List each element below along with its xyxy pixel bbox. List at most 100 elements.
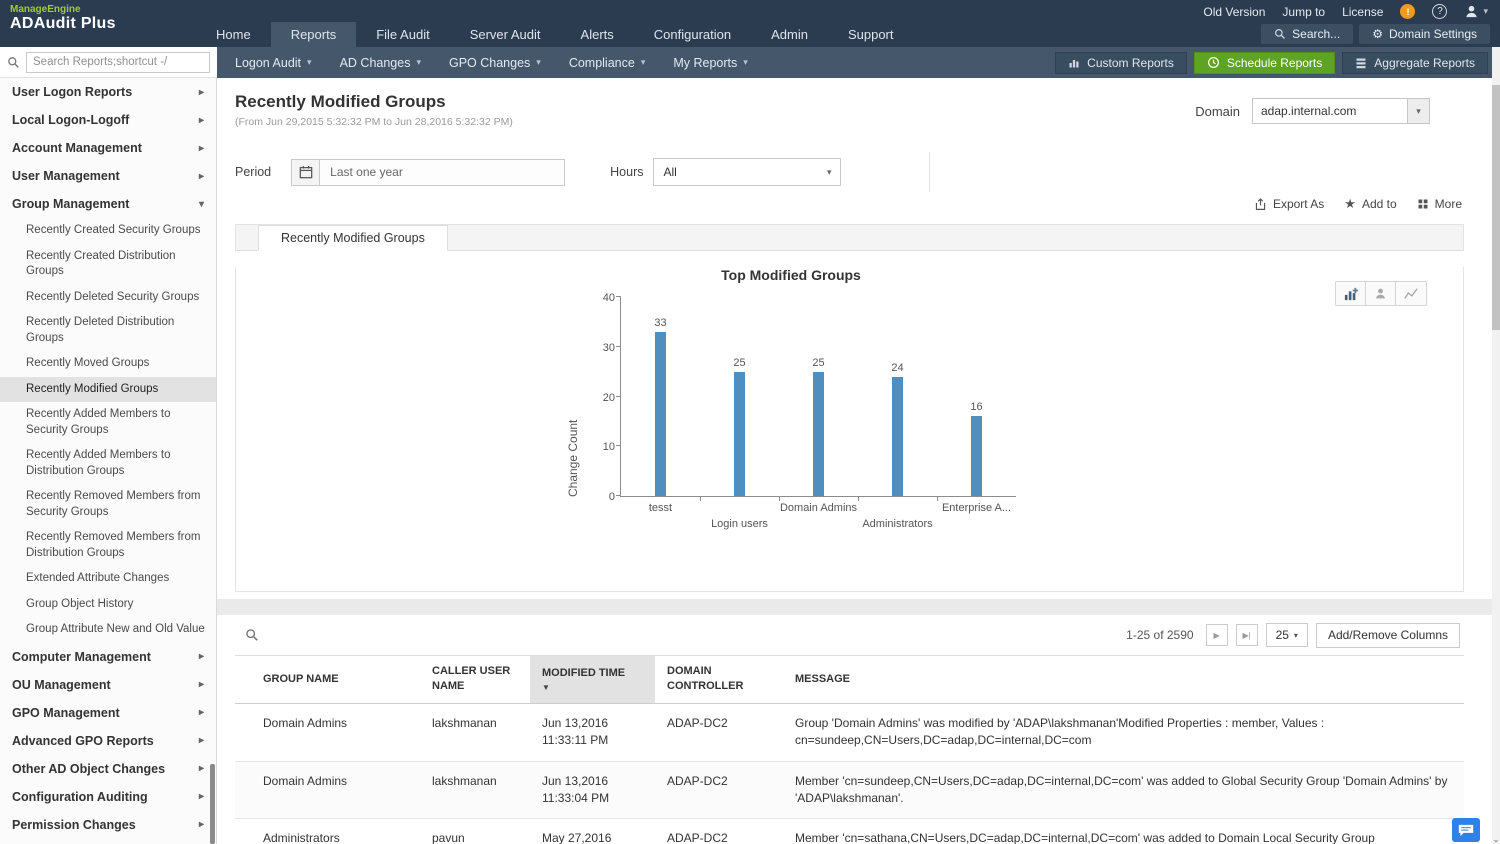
nav-configuration[interactable]: Configuration bbox=[634, 22, 751, 47]
domain-picker: Domain adap.internal.com ▾ bbox=[1195, 98, 1430, 124]
domain-label: Domain bbox=[1195, 104, 1240, 119]
help-icon[interactable]: ? bbox=[1432, 4, 1447, 19]
nav-file-audit[interactable]: File Audit bbox=[356, 22, 449, 47]
sidebar-item-dns-changes[interactable]: DNS Changes▸ bbox=[0, 839, 216, 844]
sidebar-item-gpo-management[interactable]: GPO Management▸ bbox=[0, 699, 216, 727]
nav-server-audit[interactable]: Server Audit bbox=[450, 22, 561, 47]
column-header-group-name[interactable]: GROUP NAME bbox=[235, 656, 420, 704]
nav-alerts[interactable]: Alerts bbox=[561, 22, 634, 47]
custom-reports-button[interactable]: Custom Reports bbox=[1055, 52, 1187, 74]
menu-compliance[interactable]: Compliance▾ bbox=[555, 47, 660, 78]
sidebar-item-recently-added-members-distribution[interactable]: Recently Added Members to Distribution G… bbox=[0, 443, 216, 484]
schedule-reports-button[interactable]: Schedule Reports bbox=[1194, 52, 1335, 74]
next-page-button[interactable]: ▶ bbox=[1206, 624, 1228, 646]
menu-logon-audit[interactable]: Logon Audit▾ bbox=[221, 47, 326, 78]
sidebar-item-recently-created-security-groups[interactable]: Recently Created Security Groups bbox=[0, 218, 216, 244]
user-summary-icon[interactable] bbox=[1366, 282, 1396, 305]
license-link[interactable]: License bbox=[1342, 5, 1383, 19]
sidebar-item-group-management[interactable]: Group Management▾ bbox=[0, 190, 216, 218]
menu-gpo-changes[interactable]: GPO Changes▾ bbox=[435, 47, 555, 78]
chart-title: Top Modified Groups bbox=[581, 267, 1001, 283]
period-input[interactable] bbox=[320, 159, 565, 186]
bar[interactable] bbox=[734, 372, 745, 496]
bar[interactable] bbox=[892, 377, 903, 496]
sidebar-item-ou-management[interactable]: OU Management▸ bbox=[0, 671, 216, 699]
sidebar-item-recently-modified-groups[interactable]: Recently Modified Groups bbox=[0, 377, 216, 403]
last-page-button[interactable]: ▶| bbox=[1236, 624, 1258, 646]
bar-chart-icon[interactable] bbox=[1336, 282, 1366, 305]
export-as-link[interactable]: Export As bbox=[1254, 197, 1324, 211]
sidebar-item-configuration-auditing[interactable]: Configuration Auditing▸ bbox=[0, 783, 216, 811]
more-link[interactable]: More bbox=[1417, 197, 1462, 211]
nav-admin[interactable]: Admin bbox=[751, 22, 828, 47]
menu-ad-changes[interactable]: AD Changes▾ bbox=[326, 47, 435, 78]
sidebar-item-local-logon-logoff[interactable]: Local Logon-Logoff▸ bbox=[0, 106, 216, 134]
table-header-row: GROUP NAME CALLER USER NAME MODIFIED TIM… bbox=[235, 656, 1464, 704]
nav-reports[interactable]: Reports bbox=[271, 22, 357, 47]
chevron-down-icon: ▾ bbox=[641, 57, 646, 68]
domain-settings-button[interactable]: ⚙ Domain Settings bbox=[1359, 24, 1490, 44]
chart-tools bbox=[1335, 281, 1427, 306]
report-category-menus: Logon Audit▾ AD Changes▾ GPO Changes▾ Co… bbox=[221, 47, 762, 78]
bar[interactable] bbox=[971, 416, 982, 496]
table-row[interactable]: Domain Admins lakshmanan Jun 13,201611:3… bbox=[235, 761, 1464, 819]
sidebar-item-recently-deleted-security-groups[interactable]: Recently Deleted Security Groups bbox=[0, 285, 216, 311]
page-scrollbar[interactable]: ⌄ bbox=[1492, 47, 1500, 844]
export-icon bbox=[1254, 198, 1267, 211]
menu-my-reports[interactable]: My Reports▾ bbox=[659, 47, 761, 78]
sidebar-item-recently-created-distribution-groups[interactable]: Recently Created Distribution Groups bbox=[0, 244, 216, 285]
sidebar-item-account-management[interactable]: Account Management▸ bbox=[0, 134, 216, 162]
table-search-icon[interactable] bbox=[245, 628, 259, 642]
report-search-box bbox=[0, 47, 217, 78]
domain-select[interactable]: adap.internal.com ▾ bbox=[1252, 98, 1430, 124]
sidebar-item-group-object-history[interactable]: Group Object History bbox=[0, 592, 216, 618]
sidebar-item-computer-management[interactable]: Computer Management▸ bbox=[0, 643, 216, 671]
nav-support[interactable]: Support bbox=[828, 22, 914, 47]
sidebar-scrollbar-thumb[interactable] bbox=[210, 764, 215, 844]
sidebar-item-recently-added-members-security[interactable]: Recently Added Members to Security Group… bbox=[0, 402, 216, 443]
nav-home[interactable]: Home bbox=[196, 22, 271, 47]
table-row[interactable]: Domain Admins lakshmanan Jun 13,201611:3… bbox=[235, 703, 1464, 761]
cell-caller-user-name: lakshmanan bbox=[420, 761, 530, 819]
add-remove-columns-button[interactable]: Add/Remove Columns bbox=[1316, 623, 1460, 648]
feedback-chat-button[interactable] bbox=[1452, 818, 1480, 842]
scroll-down-icon[interactable]: ⌄ bbox=[1492, 836, 1500, 844]
page-size-select[interactable]: 25 ▾ bbox=[1266, 623, 1308, 647]
bar[interactable] bbox=[655, 332, 666, 496]
user-menu[interactable]: ▾ bbox=[1464, 4, 1488, 19]
jump-to-link[interactable]: Jump to bbox=[1282, 5, 1325, 19]
sidebar-item-permission-changes[interactable]: Permission Changes▸ bbox=[0, 811, 216, 839]
sidebar-item-recently-moved-groups[interactable]: Recently Moved Groups bbox=[0, 351, 216, 377]
search-icon[interactable] bbox=[7, 56, 20, 69]
column-header-message[interactable]: MESSAGE bbox=[783, 656, 1464, 704]
announcement-icon[interactable]: ! bbox=[1400, 4, 1415, 19]
top-navigation: Home Reports File Audit Server Audit Ale… bbox=[196, 22, 914, 47]
sidebar-item-other-ad-object-changes[interactable]: Other AD Object Changes▸ bbox=[0, 755, 216, 783]
aggregate-reports-button[interactable]: Aggregate Reports bbox=[1342, 52, 1488, 74]
app-logo[interactable]: ManageEngine ADAudit Plus bbox=[10, 4, 116, 33]
line-chart-icon[interactable] bbox=[1396, 282, 1426, 305]
table-row[interactable]: Administrators pavun May 27,201612:24:49… bbox=[235, 819, 1464, 844]
sidebar-item-recently-removed-members-security[interactable]: Recently Removed Members from Security G… bbox=[0, 484, 216, 525]
hours-select[interactable]: All ▾ bbox=[653, 158, 841, 186]
sidebar-item-recently-removed-members-distribution[interactable]: Recently Removed Members from Distributi… bbox=[0, 525, 216, 566]
column-header-caller-user-name[interactable]: CALLER USER NAME bbox=[420, 656, 530, 704]
old-version-link[interactable]: Old Version bbox=[1203, 5, 1265, 19]
scrollbar-thumb[interactable] bbox=[1492, 85, 1500, 330]
report-search-input[interactable] bbox=[26, 52, 210, 73]
bar-value-label: 33 bbox=[654, 317, 666, 329]
calendar-icon[interactable] bbox=[291, 159, 320, 186]
add-to-link[interactable]: ★ Add to bbox=[1344, 196, 1396, 212]
global-search-button[interactable]: Search... bbox=[1261, 24, 1353, 44]
hours-label: Hours bbox=[610, 165, 643, 179]
tab-recently-modified-groups[interactable]: Recently Modified Groups bbox=[258, 225, 448, 251]
sidebar-item-recently-deleted-distribution-groups[interactable]: Recently Deleted Distribution Groups bbox=[0, 310, 216, 351]
column-header-modified-time[interactable]: MODIFIED TIME ▼ bbox=[530, 656, 655, 704]
sidebar-item-user-logon-reports[interactable]: User Logon Reports▸ bbox=[0, 78, 216, 106]
sidebar-item-extended-attribute-changes[interactable]: Extended Attribute Changes bbox=[0, 566, 216, 592]
sidebar-item-user-management[interactable]: User Management▸ bbox=[0, 162, 216, 190]
sidebar-item-group-attribute-new-old-value[interactable]: Group Attribute New and Old Value bbox=[0, 617, 216, 643]
sidebar-item-advanced-gpo-reports[interactable]: Advanced GPO Reports▸ bbox=[0, 727, 216, 755]
bar[interactable] bbox=[813, 372, 824, 496]
column-header-domain-controller[interactable]: DOMAIN CONTROLLER bbox=[655, 656, 783, 704]
